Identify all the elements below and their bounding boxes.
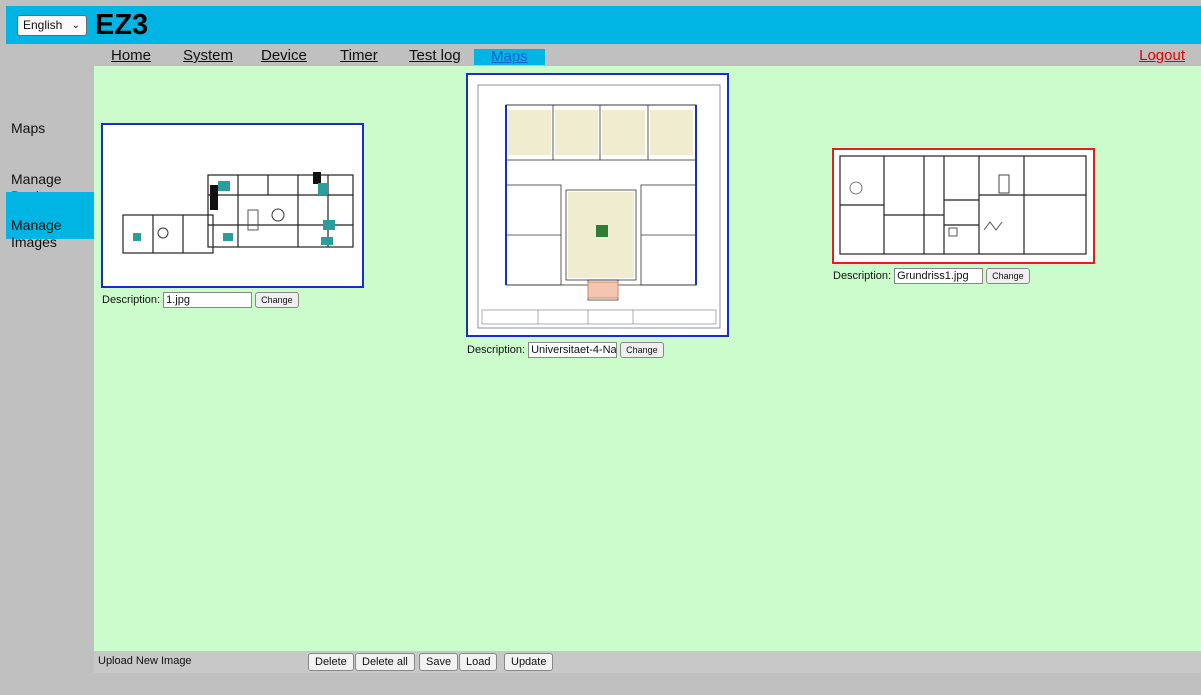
logout-link[interactable]: Logout (1139, 47, 1185, 64)
map-image-3[interactable] (832, 148, 1095, 264)
maps-canvas: Description: 1.jpg Change Description: U… (94, 66, 1201, 651)
change-button-1[interactable]: Change (255, 292, 299, 308)
header-bar: English ⌄ EZ3 (6, 6, 1201, 44)
change-button-2[interactable]: Change (620, 342, 664, 358)
floorplan-2-drawing (477, 84, 721, 329)
description-input-2[interactable]: Universitaet-4-Natu (528, 342, 618, 358)
save-button[interactable]: Save (419, 653, 459, 671)
nav-device[interactable]: Device (261, 47, 307, 64)
map-2-description-row: Description: Universitaet-4-Natu Change (467, 342, 664, 358)
description-label: Description: (102, 294, 161, 306)
language-select-value: English (23, 18, 63, 32)
sidebar: Maps Manage Devices Manage Images (6, 44, 94, 695)
load-button[interactable]: Load (459, 653, 498, 671)
main-nav: Home System Device Timer Test log Maps L… (94, 44, 1201, 66)
nav-home[interactable]: Home (111, 47, 151, 64)
delete-all-button[interactable]: Delete all (355, 653, 415, 671)
nav-test-log[interactable]: Test log (409, 47, 461, 64)
sidebar-item-label: Maps (11, 120, 46, 136)
update-button[interactable]: Update (504, 653, 554, 671)
language-select[interactable]: English ⌄ (17, 15, 87, 36)
upload-new-image-link[interactable]: Upload New Image (98, 655, 192, 667)
map-3-description-row: Description: Grundriss1.jpg Change (833, 268, 1030, 284)
floorplan-1-drawing (122, 172, 354, 254)
description-label: Description: (833, 270, 892, 282)
description-input-3[interactable]: Grundriss1.jpg (894, 268, 984, 284)
floorplan-3-drawing (839, 155, 1087, 255)
nav-timer[interactable]: Timer (340, 47, 378, 64)
map-image-2[interactable] (466, 73, 729, 337)
nav-system[interactable]: System (183, 47, 233, 64)
nav-maps[interactable]: Maps (474, 49, 545, 65)
map-image-1[interactable] (101, 123, 364, 288)
description-input-1[interactable]: 1.jpg (163, 292, 253, 308)
chevron-down-icon: ⌄ (71, 20, 80, 31)
sidebar-item-maps[interactable]: Maps (6, 120, 94, 137)
description-label: Description: (467, 344, 526, 356)
sidebar-item-manage-images[interactable]: Manage Images (6, 192, 94, 250)
sidebar-item-label: Manage Images (11, 217, 62, 250)
delete-button[interactable]: Delete (308, 653, 354, 671)
change-button-3[interactable]: Change (986, 268, 1030, 284)
app-title: EZ3 (95, 9, 149, 41)
map-1-description-row: Description: 1.jpg Change (102, 292, 299, 308)
image-toolbar: Upload New Image Delete Delete all Save … (94, 651, 1201, 673)
